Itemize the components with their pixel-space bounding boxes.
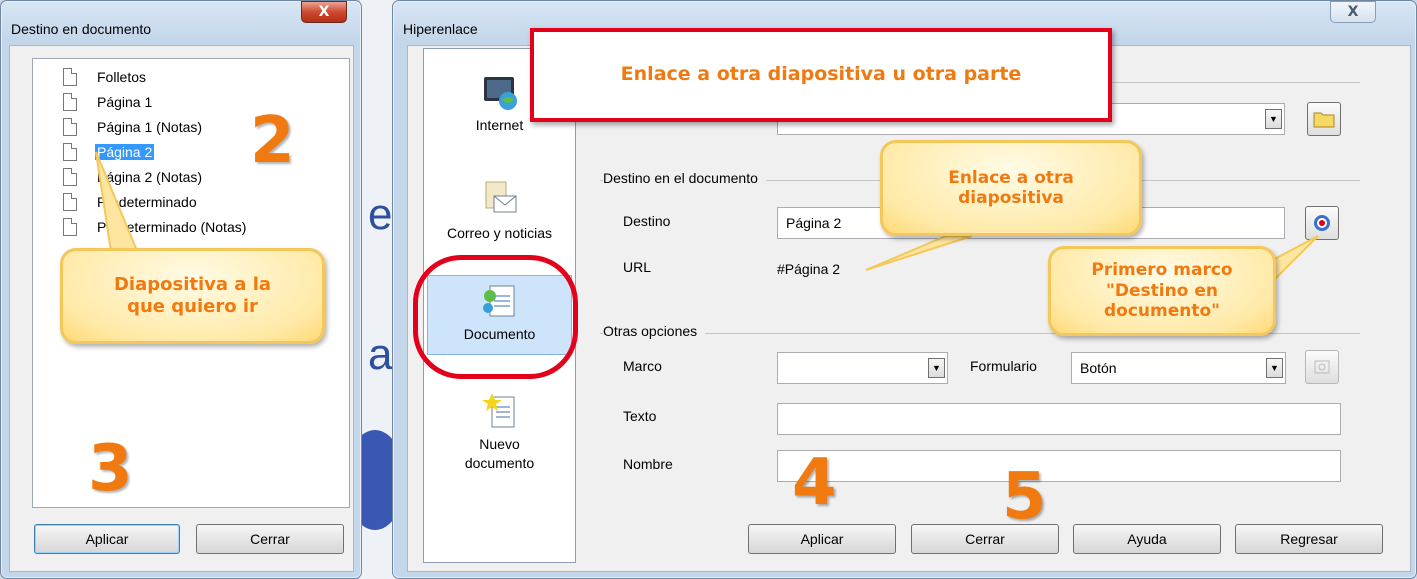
document-highlight-annotation — [413, 255, 578, 379]
callout-first-frame: Primero marco "Destino en documento" — [1048, 246, 1276, 336]
callout-pointer — [95, 151, 142, 259]
callout-target-slide: Diapositiva a la que quiero ir — [60, 248, 325, 344]
step-number-4: 4 — [792, 446, 837, 520]
step-number-3: 3 — [88, 432, 133, 506]
step-number-5: 5 — [1002, 460, 1047, 534]
callout-link-slide: Enlace a otra diapositiva — [880, 140, 1142, 236]
callout-pointer — [865, 235, 973, 271]
banner-annotation: Enlace a otra diapositiva u otra parte — [530, 28, 1112, 122]
step-number-2: 2 — [250, 104, 295, 178]
